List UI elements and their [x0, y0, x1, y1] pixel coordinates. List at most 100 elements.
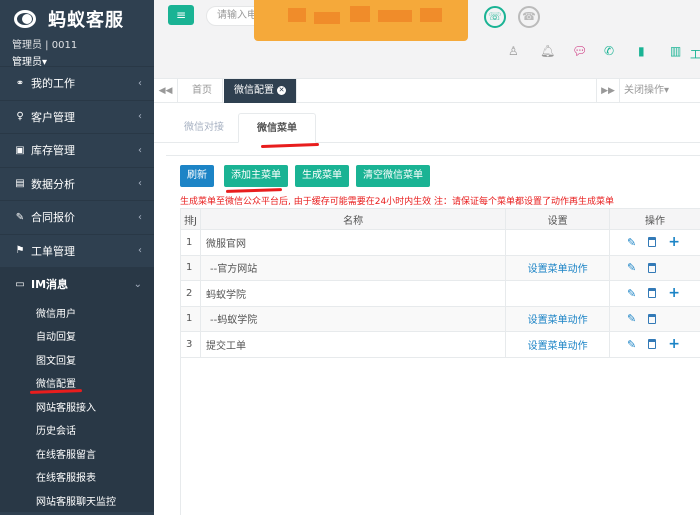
bell-icon[interactable]: 🔔︎ — [540, 44, 555, 58]
tab-label: 微信配置 — [234, 85, 274, 96]
sub-item-wechat-config[interactable]: 微信配置 — [0, 371, 154, 395]
table-row: 1 --官方网站 设置菜单动作 ✎ — [180, 254, 700, 281]
row-name: --蚂蚁学院 — [199, 305, 507, 332]
sub-item-wechat-users[interactable]: 微信用户 — [0, 301, 154, 325]
tabs-scroll-left-button[interactable]: ◀◀ — [154, 79, 178, 103]
table-row: 2 蚂蚁学院 ✎ + — [180, 280, 700, 307]
main-content: 微信对接 微信菜单 刷新 添加主菜单 生成菜单 清空微信菜单 生成菜单至微信公众… — [154, 103, 700, 515]
phone-icon[interactable]: ☏ — [484, 6, 506, 28]
telephone-icon[interactable]: ☎ — [518, 6, 540, 28]
trash-icon[interactable] — [648, 339, 657, 350]
nav-label: 我的工作 — [31, 77, 75, 91]
row-order: 1 — [180, 254, 201, 281]
column-header-settings: 设置 — [505, 208, 611, 230]
set-action-link[interactable]: 设置菜单动作 — [505, 254, 611, 281]
set-action-link[interactable]: 设置菜单动作 — [505, 331, 611, 358]
nav-list: ⚭ 我的工作 ‹ ♀ 客户管理 ‹ ▣ 库存管理 ‹ ▤ 数据分析 ‹ ✎ 合同… — [0, 66, 154, 512]
tabs-scroll-right-button[interactable]: ▶▶ — [596, 79, 620, 103]
row-order: 2 — [180, 280, 201, 307]
plus-icon[interactable]: + — [668, 235, 680, 249]
nav-item-analytics[interactable]: ▤ 数据分析 ‹ — [0, 166, 154, 201]
wechat-icon[interactable]: ✆ — [604, 44, 614, 58]
nav-label: 客户管理 — [31, 110, 75, 124]
sub-item-rich-reply[interactable]: 图文回复 — [0, 348, 154, 372]
microphone-icon[interactable]: ♙ — [508, 44, 519, 58]
add-main-menu-button[interactable]: 添加主菜单 — [224, 165, 288, 187]
brand-header: 蚂蚁客服 管理员 | 0011 管理员▾ — [0, 0, 154, 68]
nav-label: 工单管理 — [31, 244, 75, 258]
edit-icon[interactable]: ✎ — [627, 287, 636, 300]
nav-item-my-work[interactable]: ⚭ 我的工作 ‹ — [0, 66, 154, 100]
sidebar: 蚂蚁客服 管理员 | 0011 管理员▾ ⚭ 我的工作 ‹ ♀ 客户管理 ‹ ▣… — [0, 0, 154, 515]
book-icon[interactable]: ▮ — [638, 44, 645, 58]
nav-label: 合同报价 — [31, 211, 75, 225]
ant-logo-icon — [12, 6, 42, 32]
plus-icon[interactable]: + — [668, 286, 680, 300]
table-row: 3 提交工单 设置菜单动作 ✎ + — [180, 331, 700, 358]
trash-icon[interactable] — [648, 288, 657, 299]
menu-toggle-button[interactable]: ≡ — [168, 5, 194, 25]
set-action-link[interactable] — [505, 280, 611, 307]
generate-menu-button[interactable]: 生成菜单 — [295, 165, 349, 187]
page-tabs-bar: ◀◀ 首页 微信配置 ✕ ▶▶ 关闭操作▾ — [154, 78, 700, 103]
tab-wechat-connect[interactable]: 微信对接 — [166, 113, 242, 143]
sub-tabs: 微信对接 微信菜单 — [154, 103, 700, 143]
nav-item-contracts[interactable]: ✎ 合同报价 ‹ — [0, 200, 154, 234]
menu-table: 排J 名称 设置 操作 1 微服官网 ✎ + 1 --官方网站 设置菜单动作 ✎… — [180, 208, 700, 358]
user-role-dropdown[interactable]: 管理员▾ — [12, 53, 154, 68]
plus-icon[interactable]: + — [668, 337, 680, 351]
set-action-link[interactable]: 设置菜单动作 — [505, 305, 611, 332]
tools-icon[interactable]: ▥ — [670, 44, 681, 58]
row-order: 1 — [180, 229, 201, 256]
sub-item-history[interactable]: 历史会话 — [0, 418, 154, 442]
table-row: 1 微服官网 ✎ + — [180, 229, 700, 256]
chevron-down-icon: ⌄ — [133, 278, 142, 290]
edit-icon[interactable]: ✎ — [627, 338, 636, 351]
close-operations-dropdown[interactable]: 关闭操作▾ — [624, 79, 669, 103]
set-action-link[interactable] — [505, 229, 611, 256]
user-name: 管理员 | 0011 — [12, 40, 78, 51]
sitemap-icon: ⚑ — [15, 245, 25, 257]
clear-wechat-menu-button[interactable]: 清空微信菜单 — [356, 165, 430, 187]
sub-item-chat-monitor[interactable]: 网站客服聊天监控 — [0, 489, 154, 513]
edit-icon[interactable]: ✎ — [627, 236, 636, 249]
brand-title: 蚂蚁客服 — [48, 10, 124, 31]
nav-item-tickets[interactable]: ⚑ 工单管理 ‹ — [0, 233, 154, 268]
sub-item-messages[interactable]: 在线客服留言 — [0, 442, 154, 466]
edit-icon[interactable]: ✎ — [627, 312, 636, 325]
refresh-button[interactable]: 刷新 — [180, 165, 214, 187]
sub-item-auto-reply[interactable]: 自动回复 — [0, 324, 154, 348]
nav-item-im[interactable]: ▭ IM消息 ⌄ — [0, 267, 154, 301]
trash-icon[interactable] — [648, 237, 657, 248]
row-order: 1 — [180, 305, 201, 332]
trash-icon[interactable] — [648, 262, 657, 273]
tab-home[interactable]: 首页 — [182, 79, 223, 103]
nav-item-customers[interactable]: ♀ 客户管理 ‹ — [0, 99, 154, 134]
chevron-left-icon: ‹ — [138, 211, 142, 223]
close-icon[interactable]: ✕ — [277, 85, 286, 95]
chevron-left-icon: ‹ — [138, 178, 142, 190]
edit-icon[interactable]: ✎ — [627, 261, 636, 274]
chat-bubble-icon[interactable]: 💬︎ — [572, 44, 587, 58]
inventory-icon: ▣ — [15, 144, 25, 156]
bar-chart-icon: ▤ — [15, 178, 25, 190]
column-header-name: 名称 — [199, 208, 507, 230]
nav-item-inventory[interactable]: ▣ 库存管理 ‹ — [0, 133, 154, 167]
column-header-actions: 操作 — [609, 208, 700, 230]
column-header-order[interactable]: 排J — [180, 208, 201, 230]
row-order: 3 — [180, 331, 201, 358]
top-navbar: ≡ 请输入电 ☏ ☎ ♙ 🔔︎ 💬︎ ✆ ▮ ▥ 工 — [154, 0, 700, 78]
chevron-left-icon: ‹ — [138, 111, 142, 123]
sub-item-reports[interactable]: 在线客服报表 — [0, 465, 154, 489]
tools-label[interactable]: 工 — [690, 46, 700, 62]
monitor-icon: ▭ — [15, 278, 25, 290]
users-icon: ⚭ — [15, 77, 25, 89]
nav-label: 库存管理 — [31, 144, 75, 158]
tab-wechat-config[interactable]: 微信配置 ✕ — [224, 79, 297, 103]
sub-item-site-access[interactable]: 网站客服接入 — [0, 395, 154, 419]
user-icon: ♀ — [16, 111, 24, 123]
trash-icon[interactable] — [648, 313, 657, 324]
table-row: 1 --蚂蚁学院 设置菜单动作 ✎ — [180, 305, 700, 332]
im-submenu: 微信用户 自动回复 图文回复 微信配置 网站客服接入 历史会话 在线客服留言 在… — [0, 300, 154, 513]
tab-wechat-menu[interactable]: 微信菜单 — [238, 113, 316, 143]
